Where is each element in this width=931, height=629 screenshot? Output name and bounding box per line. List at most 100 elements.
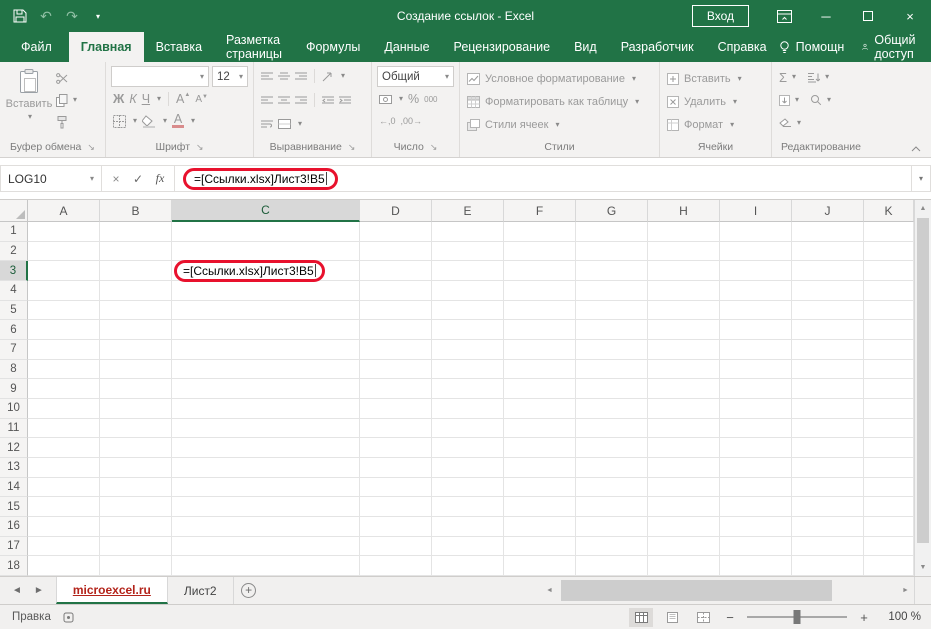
name-box-dropdown-icon[interactable]: ▾	[90, 174, 94, 183]
cell-D15[interactable]	[360, 497, 432, 518]
sort-filter-button[interactable]	[807, 72, 821, 83]
row-header-5[interactable]: 5	[0, 300, 28, 321]
decrease-decimal-button[interactable]: ,00→	[401, 116, 423, 126]
cell-H18[interactable]	[648, 556, 720, 576]
cell-C5[interactable]	[172, 300, 360, 321]
cell-D17[interactable]	[360, 536, 432, 557]
ribbon-tab-Разметка страницы[interactable]: Разметка страницы	[214, 32, 294, 62]
clipboard-dialog-launcher-icon[interactable]: ↘	[87, 142, 95, 153]
cell-C6[interactable]	[172, 320, 360, 341]
cell-G9[interactable]	[576, 379, 648, 400]
cell-G8[interactable]	[576, 359, 648, 380]
cell-D18[interactable]	[360, 556, 432, 576]
cell-A13[interactable]	[28, 458, 100, 478]
cell-D11[interactable]	[360, 418, 432, 439]
cell-K1[interactable]	[864, 222, 914, 242]
cell-C8[interactable]	[172, 359, 360, 380]
cell-C3[interactable]: =[Ссылки.xlsx]Лист3!B5	[172, 259, 360, 282]
cell-J14[interactable]	[792, 477, 864, 498]
cell-J7[interactable]	[792, 340, 864, 360]
cell-J9[interactable]	[792, 379, 864, 400]
cell-E4[interactable]	[432, 281, 504, 301]
cell-C17[interactable]	[172, 536, 360, 557]
cell-B2[interactable]	[100, 241, 172, 262]
sheet-nav-left-icon[interactable]: ◄	[12, 585, 22, 596]
cell-F16[interactable]	[504, 517, 576, 537]
cell-K5[interactable]	[864, 300, 914, 321]
zoom-level[interactable]: 100 %	[879, 611, 921, 623]
column-header-G[interactable]: G	[576, 200, 648, 222]
cell-J15[interactable]	[792, 497, 864, 518]
cell-E10[interactable]	[432, 399, 504, 419]
merge-dropdown-icon[interactable]: ▾	[298, 120, 302, 128]
cell-A11[interactable]	[28, 418, 100, 439]
cell-I17[interactable]	[720, 536, 792, 557]
row-header-7[interactable]: 7	[0, 340, 28, 360]
cell-K14[interactable]	[864, 477, 914, 498]
cell-E12[interactable]	[432, 438, 504, 459]
cell-E2[interactable]	[432, 241, 504, 262]
column-header-H[interactable]: H	[648, 200, 720, 222]
cell-J4[interactable]	[792, 281, 864, 301]
cell-C16[interactable]	[172, 517, 360, 537]
cell-F2[interactable]	[504, 241, 576, 262]
row-header-1[interactable]: 1	[0, 222, 28, 242]
paste-dropdown-icon[interactable]: ▾	[28, 113, 32, 121]
login-button[interactable]: Вход	[691, 5, 749, 27]
cell-D14[interactable]	[360, 477, 432, 498]
cell-B5[interactable]	[100, 300, 172, 321]
cell-G3[interactable]	[576, 261, 648, 282]
cell-B4[interactable]	[100, 281, 172, 301]
collapse-ribbon-icon[interactable]	[911, 146, 921, 152]
row-header-6[interactable]: 6	[0, 320, 28, 341]
cell-B17[interactable]	[100, 536, 172, 557]
fill-dropdown-icon[interactable]: ▾	[795, 96, 799, 104]
cell-K10[interactable]	[864, 399, 914, 419]
cell-G16[interactable]	[576, 517, 648, 537]
cell-H12[interactable]	[648, 438, 720, 459]
vertical-scrollbar[interactable]: ▲ ▼	[914, 200, 931, 576]
ribbon-tab-Вставка[interactable]: Вставка	[144, 32, 214, 62]
cell-H3[interactable]	[648, 261, 720, 282]
cell-H10[interactable]	[648, 399, 720, 419]
cell-E14[interactable]	[432, 477, 504, 498]
cell-I5[interactable]	[720, 300, 792, 321]
autosum-button[interactable]: Σ	[779, 70, 787, 85]
cell-H9[interactable]	[648, 379, 720, 400]
cell-B10[interactable]	[100, 399, 172, 419]
cell-C10[interactable]	[172, 399, 360, 419]
ribbon-tab-Главная[interactable]: Главная	[68, 32, 144, 62]
orientation-dropdown-icon[interactable]: ▾	[341, 72, 345, 80]
column-header-F[interactable]: F	[504, 200, 576, 222]
cell-D8[interactable]	[360, 359, 432, 380]
row-header-3[interactable]: 3	[0, 261, 28, 282]
select-all-corner[interactable]	[0, 200, 28, 222]
fill-color-button[interactable]	[142, 114, 156, 128]
cell-E8[interactable]	[432, 359, 504, 380]
cell-G10[interactable]	[576, 399, 648, 419]
format-cells-button[interactable]: Формат ▾	[665, 114, 766, 135]
cell-J2[interactable]	[792, 241, 864, 262]
cell-K6[interactable]	[864, 320, 914, 341]
cell-I12[interactable]	[720, 438, 792, 459]
cell-K15[interactable]	[864, 497, 914, 518]
cell-E1[interactable]	[432, 222, 504, 242]
enter-button[interactable]: ✓	[128, 172, 148, 186]
cell-J18[interactable]	[792, 556, 864, 576]
cell-F7[interactable]	[504, 340, 576, 360]
zoom-out-button[interactable]: −	[722, 610, 738, 625]
cell-F15[interactable]	[504, 497, 576, 518]
vertical-scroll-thumb[interactable]	[917, 218, 929, 543]
row-header-2[interactable]: 2	[0, 241, 28, 262]
font-color-button[interactable]: А	[172, 113, 185, 128]
cell-C15[interactable]	[172, 497, 360, 518]
cell-D10[interactable]	[360, 399, 432, 419]
cell-H8[interactable]	[648, 359, 720, 380]
cell-B16[interactable]	[100, 517, 172, 537]
cell-K3[interactable]	[864, 261, 914, 282]
cell-B15[interactable]	[100, 497, 172, 518]
merge-center-button[interactable]	[278, 119, 291, 129]
cell-A5[interactable]	[28, 300, 100, 321]
row-header-4[interactable]: 4	[0, 281, 28, 301]
cell-H4[interactable]	[648, 281, 720, 301]
